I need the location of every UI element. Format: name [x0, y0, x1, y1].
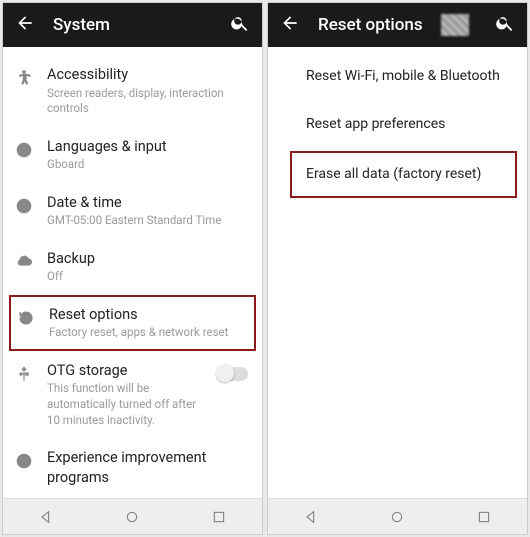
row-title: Accessibility	[47, 65, 248, 85]
row-factory-reset[interactable]: Erase all data (factory reset)	[290, 151, 517, 198]
accessibility-icon	[13, 67, 35, 89]
system-settings-screen: System Accessibility Screen readers, dis…	[2, 2, 263, 535]
row-title: Experience improvement programs	[47, 448, 248, 487]
row-subtitle: Factory reset, apps & network reset	[49, 325, 246, 341]
nav-recents-icon[interactable]	[211, 509, 227, 525]
row-subtitle: This function will be automatically turn…	[47, 381, 206, 428]
otg-toggle[interactable]	[218, 367, 248, 381]
appbar: Reset options	[268, 3, 527, 47]
row-experience-programs[interactable]: Experience improvement programs	[3, 438, 262, 497]
row-title: Reset Wi-Fi, mobile & Bluetooth	[306, 67, 509, 86]
nav-home-icon[interactable]	[124, 509, 140, 525]
row-subtitle: Gboard	[47, 157, 248, 173]
row-datetime[interactable]: Date & time GMT-05:00 Eastern Standard T…	[3, 183, 262, 239]
appbar-title: Reset options	[318, 15, 423, 35]
nav-recents-icon[interactable]	[476, 509, 492, 525]
checkmark-circle-icon	[13, 450, 35, 472]
cloud-icon	[13, 251, 35, 273]
nav-back-icon[interactable]	[38, 509, 54, 525]
reset-list: Reset Wi-Fi, mobile & Bluetooth Reset ap…	[268, 47, 527, 498]
appbar: System	[3, 3, 262, 47]
back-icon[interactable]	[280, 13, 300, 37]
reset-icon	[15, 307, 37, 329]
nav-bar	[3, 498, 262, 534]
row-title: Backup	[47, 249, 248, 269]
row-title: OTG storage	[47, 361, 206, 381]
row-reset-app-prefs[interactable]: Reset app preferences	[268, 103, 527, 151]
globe-icon	[13, 139, 35, 161]
row-subtitle: GMT-05:00 Eastern Standard Time	[47, 213, 248, 229]
appbar-title: System	[53, 15, 212, 35]
obscured-area	[441, 14, 469, 36]
clock-icon	[13, 195, 35, 217]
row-languages[interactable]: Languages & input Gboard	[3, 127, 262, 183]
back-icon[interactable]	[15, 13, 35, 37]
row-reset-network[interactable]: Reset Wi-Fi, mobile & Bluetooth	[268, 55, 527, 103]
row-title: Date & time	[47, 193, 248, 213]
row-backup[interactable]: Backup Off	[3, 239, 262, 295]
nav-home-icon[interactable]	[389, 509, 405, 525]
settings-list: Accessibility Screen readers, display, i…	[3, 47, 262, 498]
row-reset-options[interactable]: Reset options Factory reset, apps & netw…	[9, 295, 256, 351]
row-title: Erase all data (factory reset)	[306, 165, 501, 184]
search-icon[interactable]	[495, 13, 515, 37]
row-title: Languages & input	[47, 137, 248, 157]
otg-icon	[13, 363, 35, 385]
reset-options-screen: Reset options Reset Wi-Fi, mobile & Blue…	[267, 2, 528, 535]
row-accessibility[interactable]: Accessibility Screen readers, display, i…	[3, 55, 262, 127]
row-subtitle: Screen readers, display, interaction con…	[47, 86, 248, 117]
nav-back-icon[interactable]	[303, 509, 319, 525]
row-otg-storage[interactable]: OTG storage This function will be automa…	[3, 351, 262, 438]
search-icon[interactable]	[230, 13, 250, 37]
row-subtitle: Off	[47, 269, 248, 285]
nav-bar	[268, 498, 527, 534]
row-title: Reset options	[49, 305, 246, 325]
row-title: Reset app preferences	[306, 115, 509, 134]
